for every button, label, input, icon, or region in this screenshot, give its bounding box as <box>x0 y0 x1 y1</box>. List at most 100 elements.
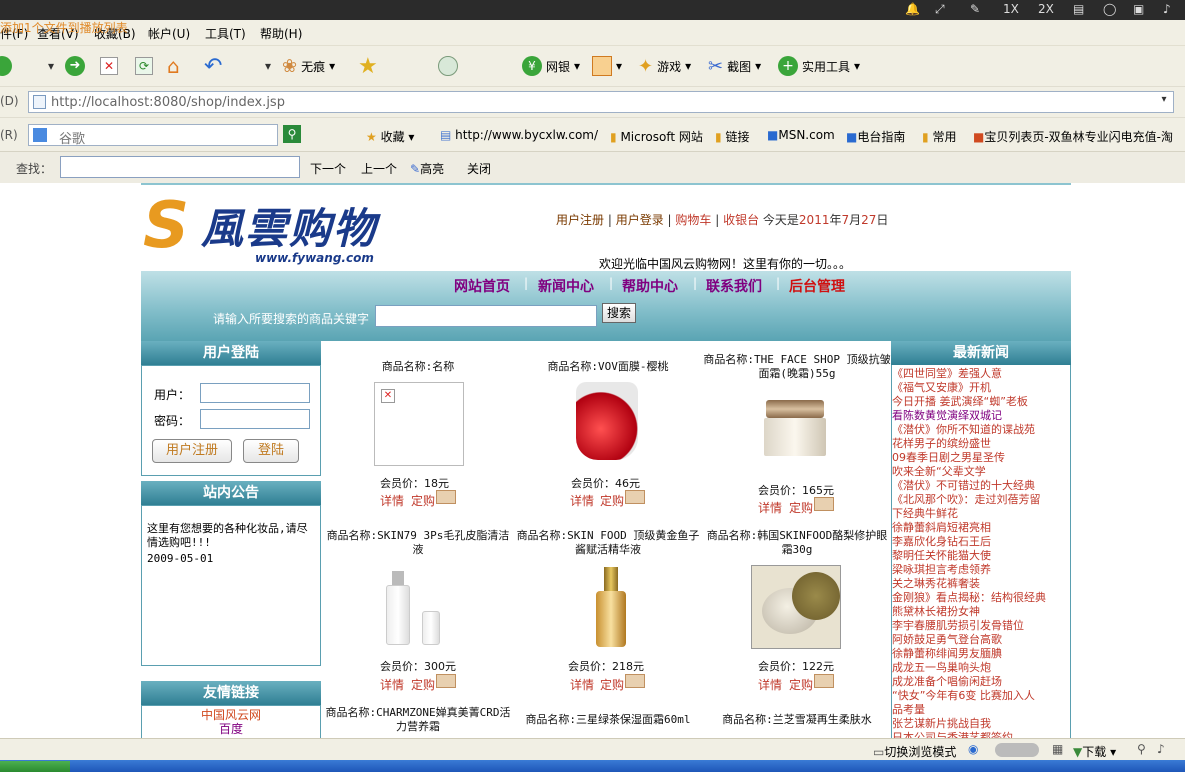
refresh-button[interactable]: ⟳ <box>135 55 153 77</box>
nav-news[interactable]: 新闻中心 <box>538 276 594 296</box>
news-item[interactable]: 《潜伏》你所不知道的谍战苑 <box>892 423 1070 437</box>
product-order-link[interactable]: 定购 <box>411 676 435 693</box>
news-item[interactable]: 成龙准备个唱偷闲赶场 <box>892 675 1070 689</box>
news-item[interactable]: 09春季日剧之男星圣传 <box>892 451 1070 465</box>
find-next-button[interactable]: 下一个 <box>310 160 346 177</box>
site-logo[interactable]: S 風雲购物 www.fywang.com <box>143 191 393 271</box>
news-item[interactable]: “快女”今年有6变 比赛加入人 <box>892 689 1070 703</box>
forward-button[interactable]: ➜ <box>65 55 85 77</box>
find-input[interactable] <box>60 156 300 178</box>
product-detail-link[interactable]: 详情 <box>758 499 782 516</box>
link-microsoft[interactable]: ▮ Microsoft 网站 <box>610 128 703 145</box>
news-item[interactable]: 《潜伏》不可错过的十大经典 <box>892 479 1070 493</box>
back-button[interactable] <box>0 55 12 77</box>
bulb-icon[interactable]: ◯ <box>1103 2 1116 16</box>
url-input[interactable]: http://localhost:8080/shop/index.jsp ▾ <box>28 91 1174 113</box>
product-search-input[interactable] <box>375 305 597 327</box>
news-item[interactable]: 李宇春腰肌劳损引发骨错位 <box>892 619 1070 633</box>
news-item[interactable]: 《四世同堂》差强人意 <box>892 367 1070 381</box>
news-item[interactable]: 看陈数黄觉演绎双城记 <box>892 409 1070 423</box>
nav-admin[interactable]: 后台管理 <box>789 276 845 296</box>
box-button[interactable]: ▾ <box>592 55 622 77</box>
news-item[interactable]: 《福气又安康》开机 <box>892 381 1070 395</box>
news-item[interactable]: 梁咏琪担言考虑领养 <box>892 563 1070 577</box>
register-button[interactable]: 用户注册 <box>152 439 232 463</box>
product-image-broken[interactable]: ✕ <box>374 382 464 466</box>
product-image-bottle[interactable] <box>386 571 446 647</box>
news-item[interactable]: 今日开播 姜武演绎“蜘”老板 <box>892 395 1070 409</box>
favorites-link[interactable]: ★ 收藏 ▾ <box>366 128 414 145</box>
cart-icon[interactable] <box>436 674 456 688</box>
product-image-eyecream[interactable] <box>751 565 841 649</box>
nav-help[interactable]: 帮助中心 <box>622 276 678 296</box>
news-item[interactable]: 关之琳秀花裤奢装 <box>892 577 1070 591</box>
news-item[interactable]: 花样男子的缤纷盛世 <box>892 437 1070 451</box>
checkout-link[interactable]: 收银台 <box>723 213 759 227</box>
undo-button[interactable]: ↶ <box>204 54 222 79</box>
start-button[interactable] <box>0 761 70 772</box>
zoom-1x-button[interactable]: 1X <box>1003 2 1019 16</box>
cart-icon[interactable] <box>625 674 645 688</box>
cart-link[interactable]: 购物车 <box>675 213 711 227</box>
favorite-star-button[interactable]: ★ <box>358 54 378 79</box>
tools-button[interactable]: + 实用工具 ▾ <box>778 55 860 77</box>
product-detail-link[interactable]: 详情 <box>758 676 782 693</box>
cart-icon[interactable] <box>814 497 834 511</box>
link-msn[interactable]: ■MSN.com <box>767 128 835 142</box>
panel-icon[interactable]: ▦ <box>1052 742 1063 756</box>
search-engine-input[interactable]: 谷歌 <box>28 124 278 147</box>
toggle-icon[interactable] <box>995 743 1039 757</box>
zoom-icon[interactable]: ⚲ <box>1137 742 1146 756</box>
link-common[interactable]: ▮ 常用 <box>922 128 956 145</box>
download-button[interactable]: ▼下载 ▾ <box>1073 743 1116 760</box>
home-button[interactable]: ⌂ <box>167 54 180 78</box>
product-image-cherry[interactable] <box>576 382 638 460</box>
undo-dropdown[interactable]: ▾ <box>265 55 271 77</box>
back-dropdown[interactable]: ▾ <box>48 55 54 77</box>
cart-icon[interactable] <box>814 674 834 688</box>
username-input[interactable] <box>200 383 310 403</box>
news-item[interactable]: 《北风那个吹》：走过刘蓓芳留 <box>892 493 1070 507</box>
product-detail-link[interactable]: 详情 <box>570 492 594 509</box>
url-dropdown-icon[interactable]: ▾ <box>1157 94 1171 110</box>
news-item[interactable]: 吹来全新“父辈文学 <box>892 465 1070 479</box>
product-order-link[interactable]: 定购 <box>789 499 813 516</box>
search-go-button[interactable]: ⚲ <box>283 125 301 143</box>
news-item[interactable]: 日本公司与香港艺都签约 <box>892 731 1070 738</box>
news-item[interactable]: 品考量 <box>892 703 1070 717</box>
login-link[interactable]: 用户登录 <box>616 213 664 227</box>
history-button[interactable] <box>438 55 458 77</box>
menu-tools[interactable]: 工具(T) <box>205 25 246 42</box>
switch-mode-button[interactable]: ▭切换浏览模式 <box>873 743 956 760</box>
picture-icon[interactable]: ▣ <box>1133 2 1144 16</box>
cart-icon[interactable] <box>625 490 645 504</box>
bell-icon[interactable]: 🔔 <box>905 2 920 16</box>
incognito-button[interactable]: ❀ 无痕 ▾ <box>282 55 335 77</box>
volume-icon[interactable]: ♪ <box>1157 742 1165 756</box>
find-close-button[interactable]: 关闭 <box>467 160 491 177</box>
news-item[interactable]: 成龙五一鸟巢响头炮 <box>892 661 1070 675</box>
product-image-gold[interactable] <box>596 567 626 647</box>
register-link[interactable]: 用户注册 <box>556 213 604 227</box>
product-order-link[interactable]: 定购 <box>600 676 624 693</box>
product-detail-link[interactable]: 详情 <box>380 492 404 509</box>
cart-icon[interactable] <box>436 490 456 504</box>
sound-icon[interactable]: ♪ <box>1163 2 1171 16</box>
news-item[interactable]: 张艺谋新片挑战自我 <box>892 717 1070 731</box>
news-item[interactable]: 下经典牛鲜花 <box>892 507 1070 521</box>
menu-account[interactable]: 帐户(U) <box>148 25 190 42</box>
news-item[interactable]: 阿娇鼓足勇气登台高歌 <box>892 633 1070 647</box>
product-detail-link[interactable]: 详情 <box>570 676 594 693</box>
login-button[interactable]: 登陆 <box>243 439 299 463</box>
product-order-link[interactable]: 定购 <box>789 676 813 693</box>
news-item[interactable]: 熊黛林长裙扮女神 <box>892 605 1070 619</box>
nav-contact[interactable]: 联系我们 <box>706 276 762 296</box>
nav-home[interactable]: 网站首页 <box>454 276 510 296</box>
link-links[interactable]: ▮ 链接 <box>715 128 749 145</box>
zoom-2x-button[interactable]: 2X <box>1038 2 1054 16</box>
resize-icon[interactable]: ⤢ <box>935 2 945 17</box>
product-search-button[interactable]: 搜索 <box>602 303 636 323</box>
layout-icon[interactable]: ▤ <box>1073 2 1084 16</box>
ie-icon[interactable]: ◉ <box>968 742 978 756</box>
product-image-jar[interactable] <box>764 400 826 456</box>
